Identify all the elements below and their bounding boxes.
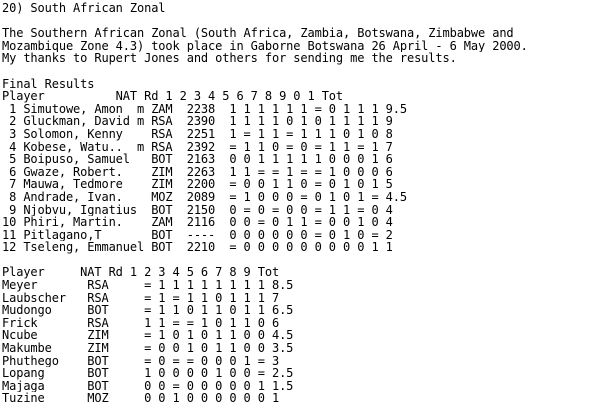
final-results-row: 2 Gluckman, David m RSA 2390 1 1 1 1 0 1… — [2, 115, 393, 128]
second-results-row: Makumbe ZIM = 0 0 1 0 1 1 0 0 3.5 — [2, 342, 294, 355]
second-results-row: Mudongo BOT = 1 1 0 1 1 0 1 1 6.5 — [2, 304, 294, 317]
second-results-row: Phuthego BOT = 0 = = 0 0 0 1 = 3 — [2, 354, 280, 368]
final-results-row: 10 Phiri, Martin. ZAM 2116 0 0 = 0 1 1 =… — [2, 216, 393, 229]
second-results-row: Tuzine MOZ 0 0 1 0 0 0 0 0 0 1 — [2, 392, 280, 405]
final-results-row: 12 Tseleng, Emmanuel BOT 2210 = 0 0 0 0 … — [2, 241, 393, 254]
results-document: 20) South African Zonal The Southern Afr… — [2, 2, 590, 405]
intro-line: Mozambique Zone 4.3) took place in Gabor… — [2, 39, 528, 53]
final-results-row: 1 Simutowe, Amon m ZAM 2238 1 1 1 1 1 1 … — [2, 102, 407, 116]
second-results-row: Laubscher RSA = 1 = 1 1 0 1 1 1 7 — [2, 291, 280, 305]
second-results-header: Player NAT Rd 1 2 3 4 5 6 7 8 9 Tot — [2, 266, 280, 280]
intro-line: The Southern African Zonal (South Africa… — [2, 27, 514, 40]
second-results-row: Ncube ZIM = 1 0 1 0 1 1 0 0 4.5 — [2, 329, 294, 343]
final-results-row: 4 Kobese, Watu.. m RSA 2392 = 1 1 0 = 0 … — [2, 140, 393, 154]
final-results-row: 11 Pitlagano,T BOT ---- 0 0 0 0 0 0 = 0 … — [2, 228, 393, 242]
second-results-row: Lopang BOT 1 0 0 0 0 1 0 0 = 2.5 — [2, 367, 294, 380]
final-results-header: Player NAT Rd 1 2 3 4 5 6 7 8 9 0 1 Tot — [2, 90, 344, 103]
intro-line: My thanks to Rupert Jones and others for… — [2, 52, 457, 65]
final-results-row: 6 Gwaze, Robert. ZIM 2263 1 1 = = 1 = = … — [2, 165, 393, 179]
final-results-row: 3 Solomon, Kenny RSA 2251 1 = 1 1 = 1 1 … — [2, 127, 393, 141]
final-results-row: 7 Mauwa, Tedmore ZIM 2200 = 0 0 1 1 0 = … — [2, 178, 393, 191]
second-results-row: Majaga BOT 0 0 = 0 0 0 0 0 1 1.5 — [2, 379, 294, 393]
final-results-row: 9 Njobvu, Ignatius BOT 2150 0 = 0 = 0 0 … — [2, 203, 393, 217]
final-results-row: 5 Boipuso, Samuel BOT 2163 0 0 1 1 1 1 1… — [2, 153, 393, 166]
final-results-title: Final Results — [2, 77, 95, 91]
second-results-row: Frick RSA 1 1 = = 1 0 1 1 0 6 — [2, 316, 280, 330]
final-results-row: 8 Andrade, Ivan. MOZ 2089 = 1 0 0 0 = 0 … — [2, 190, 407, 204]
page-heading: 20) South African Zonal — [2, 2, 166, 15]
second-results-row: Meyer RSA = 1 1 1 1 1 1 1 1 8.5 — [2, 279, 294, 292]
